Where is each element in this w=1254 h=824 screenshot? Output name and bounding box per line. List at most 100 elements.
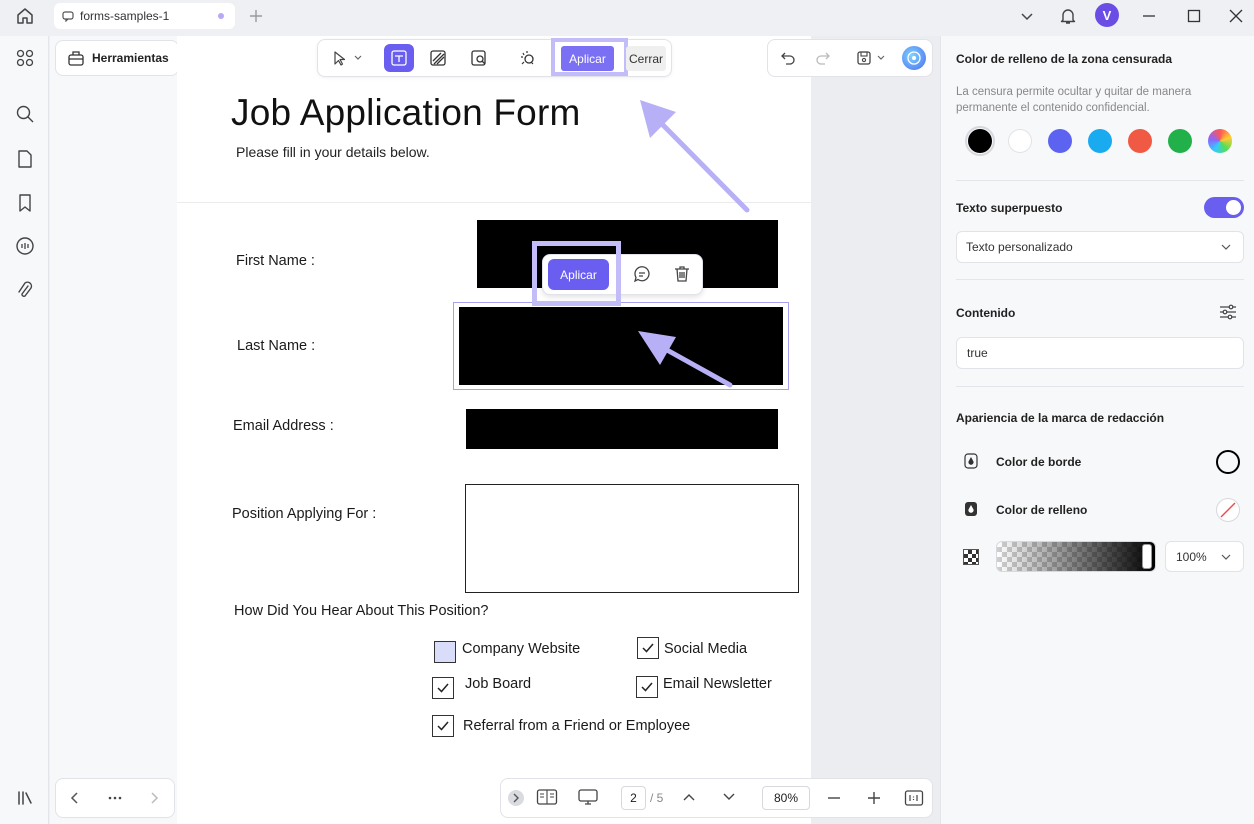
checkbox-label: Referral from a Friend or Employee <box>463 718 691 734</box>
border-drop-icon <box>964 453 978 469</box>
library-icon[interactable] <box>13 786 37 810</box>
undo-icon[interactable] <box>773 44 803 72</box>
comment-icon[interactable] <box>632 264 652 284</box>
apply-highlight-frame <box>551 38 628 76</box>
presentation-icon[interactable] <box>577 788 599 806</box>
referral-checkbox[interactable] <box>432 715 454 737</box>
comments-icon[interactable] <box>13 234 37 258</box>
position-field[interactable] <box>465 484 799 593</box>
minimize-icon[interactable] <box>1137 4 1161 28</box>
page-number-input[interactable]: 2 <box>621 786 646 810</box>
checkbox-label: Job Board <box>465 676 532 692</box>
fill-color-label: Color de relleno <box>996 503 1088 517</box>
email-newsletter-checkbox[interactable] <box>636 676 658 698</box>
redo-icon[interactable] <box>808 44 838 72</box>
swatch-red[interactable] <box>1128 129 1152 153</box>
first-name-label: First Name : <box>236 253 315 269</box>
form-subtitle: Please fill in your details below. <box>236 144 430 160</box>
overlay-text-toggle[interactable] <box>1204 197 1244 218</box>
position-label: Position Applying For : <box>232 506 377 522</box>
overlay-select-value: Texto personalizado <box>966 240 1073 254</box>
trash-icon[interactable] <box>672 264 692 284</box>
pages-icon[interactable] <box>13 147 37 171</box>
tab-chat-icon <box>62 10 74 22</box>
checkbox-label: Company Website <box>462 641 581 657</box>
social-media-checkbox[interactable] <box>637 637 659 659</box>
divider <box>956 386 1244 387</box>
prev-page-up-icon[interactable] <box>681 790 697 804</box>
swatch-cyan[interactable] <box>1088 129 1112 153</box>
next-page-down-icon[interactable] <box>721 790 737 804</box>
divider <box>956 180 1244 181</box>
maximize-icon[interactable] <box>1182 4 1206 28</box>
email-redaction[interactable] <box>466 409 778 449</box>
fill-drop-icon <box>964 501 978 517</box>
content-input[interactable]: true <box>956 337 1244 369</box>
apply-highlight-frame <box>532 241 621 306</box>
check-icon <box>437 683 449 693</box>
chevron-down-icon[interactable] <box>1015 4 1039 28</box>
check-icon <box>437 721 449 731</box>
tab-title: forms-samples-1 <box>80 9 170 23</box>
ai-assistant-icon[interactable] <box>902 46 926 70</box>
swatch-white[interactable] <box>1008 129 1032 153</box>
new-tab-icon[interactable] <box>244 4 268 28</box>
last-name-label: Last Name : <box>237 338 316 354</box>
opacity-slider[interactable] <box>996 541 1156 572</box>
annotation-arrow <box>640 100 750 213</box>
border-color-label: Color de borde <box>996 455 1082 469</box>
swatch-blue[interactable] <box>1048 129 1072 153</box>
appearance-label: Apariencia de la marca de redacción <box>956 411 1165 425</box>
home-icon[interactable] <box>13 4 37 28</box>
close-window-icon[interactable] <box>1224 4 1248 28</box>
opacity-select[interactable]: 100% <box>1165 541 1244 572</box>
toolbox-icon <box>67 49 85 67</box>
search-icon[interactable] <box>13 102 37 126</box>
document-tab[interactable]: forms-samples-1 <box>54 3 235 29</box>
opacity-slider-handle[interactable] <box>1142 544 1152 569</box>
opacity-value: 100% <box>1176 549 1207 564</box>
avatar[interactable]: V <box>1095 3 1119 27</box>
company-website-checkbox[interactable] <box>434 641 456 663</box>
bell-icon[interactable] <box>1056 4 1080 28</box>
fill-zone-title: Color de relleno de la zona censurada <box>956 52 1173 66</box>
redact-text-button[interactable] <box>384 44 414 72</box>
attachment-icon[interactable] <box>13 279 37 303</box>
check-icon <box>642 643 654 653</box>
annotation-arrow <box>638 331 733 388</box>
tools-button[interactable]: Herramientas <box>55 40 179 76</box>
prev-page-icon[interactable] <box>68 790 82 806</box>
overlay-text-select[interactable]: Texto personalizado <box>956 231 1244 263</box>
sliders-icon[interactable] <box>1219 303 1237 321</box>
fill-color-swatch-none[interactable] <box>1216 498 1240 522</box>
swatch-green[interactable] <box>1168 129 1192 153</box>
search-redact-button[interactable] <box>464 44 494 72</box>
zoom-level[interactable]: 80% <box>762 786 810 810</box>
bookmark-icon[interactable] <box>13 191 37 215</box>
select-tool-button[interactable] <box>325 44 369 72</box>
job-board-checkbox[interactable] <box>432 677 454 699</box>
tools-panel <box>50 36 177 824</box>
form-title: Job Application Form <box>231 92 581 133</box>
more-icon[interactable] <box>107 790 123 806</box>
page-layout-icon[interactable] <box>536 788 558 806</box>
chevron-down-icon <box>1221 243 1231 251</box>
zoom-out-icon[interactable] <box>826 790 842 806</box>
swatch-custom[interactable] <box>1208 129 1232 153</box>
swatch-black[interactable] <box>968 129 992 153</box>
redact-pages-button[interactable] <box>512 44 542 72</box>
collapse-toolbar-icon[interactable] <box>508 790 524 806</box>
zoom-in-icon[interactable] <box>866 790 882 806</box>
save-icon[interactable] <box>850 44 894 72</box>
actual-size-icon[interactable] <box>904 789 924 807</box>
content-label: Contenido <box>956 306 1016 320</box>
next-page-icon[interactable] <box>147 790 161 806</box>
checkbox-label: Email Newsletter <box>663 676 772 692</box>
close-button[interactable]: Cerrar <box>626 46 666 71</box>
check-icon <box>641 682 653 692</box>
apps-grid-icon[interactable] <box>13 46 37 70</box>
chevron-down-icon <box>1221 553 1231 561</box>
tools-label: Herramientas <box>92 51 169 65</box>
border-color-swatch[interactable] <box>1216 450 1240 474</box>
redact-area-button[interactable] <box>423 44 453 72</box>
